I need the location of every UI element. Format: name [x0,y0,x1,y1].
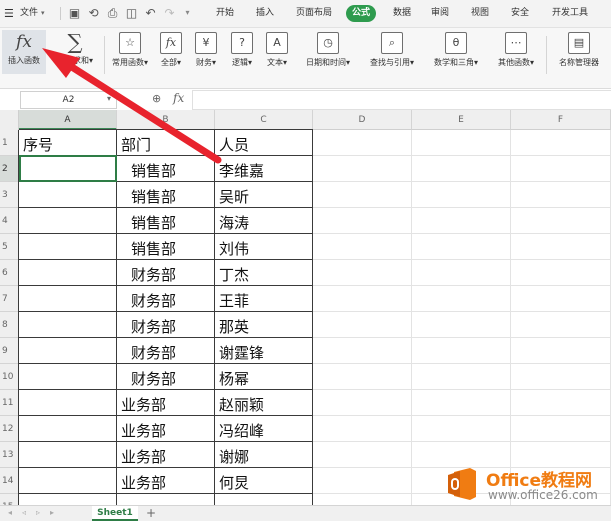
annotation-arrow [42,48,222,164]
